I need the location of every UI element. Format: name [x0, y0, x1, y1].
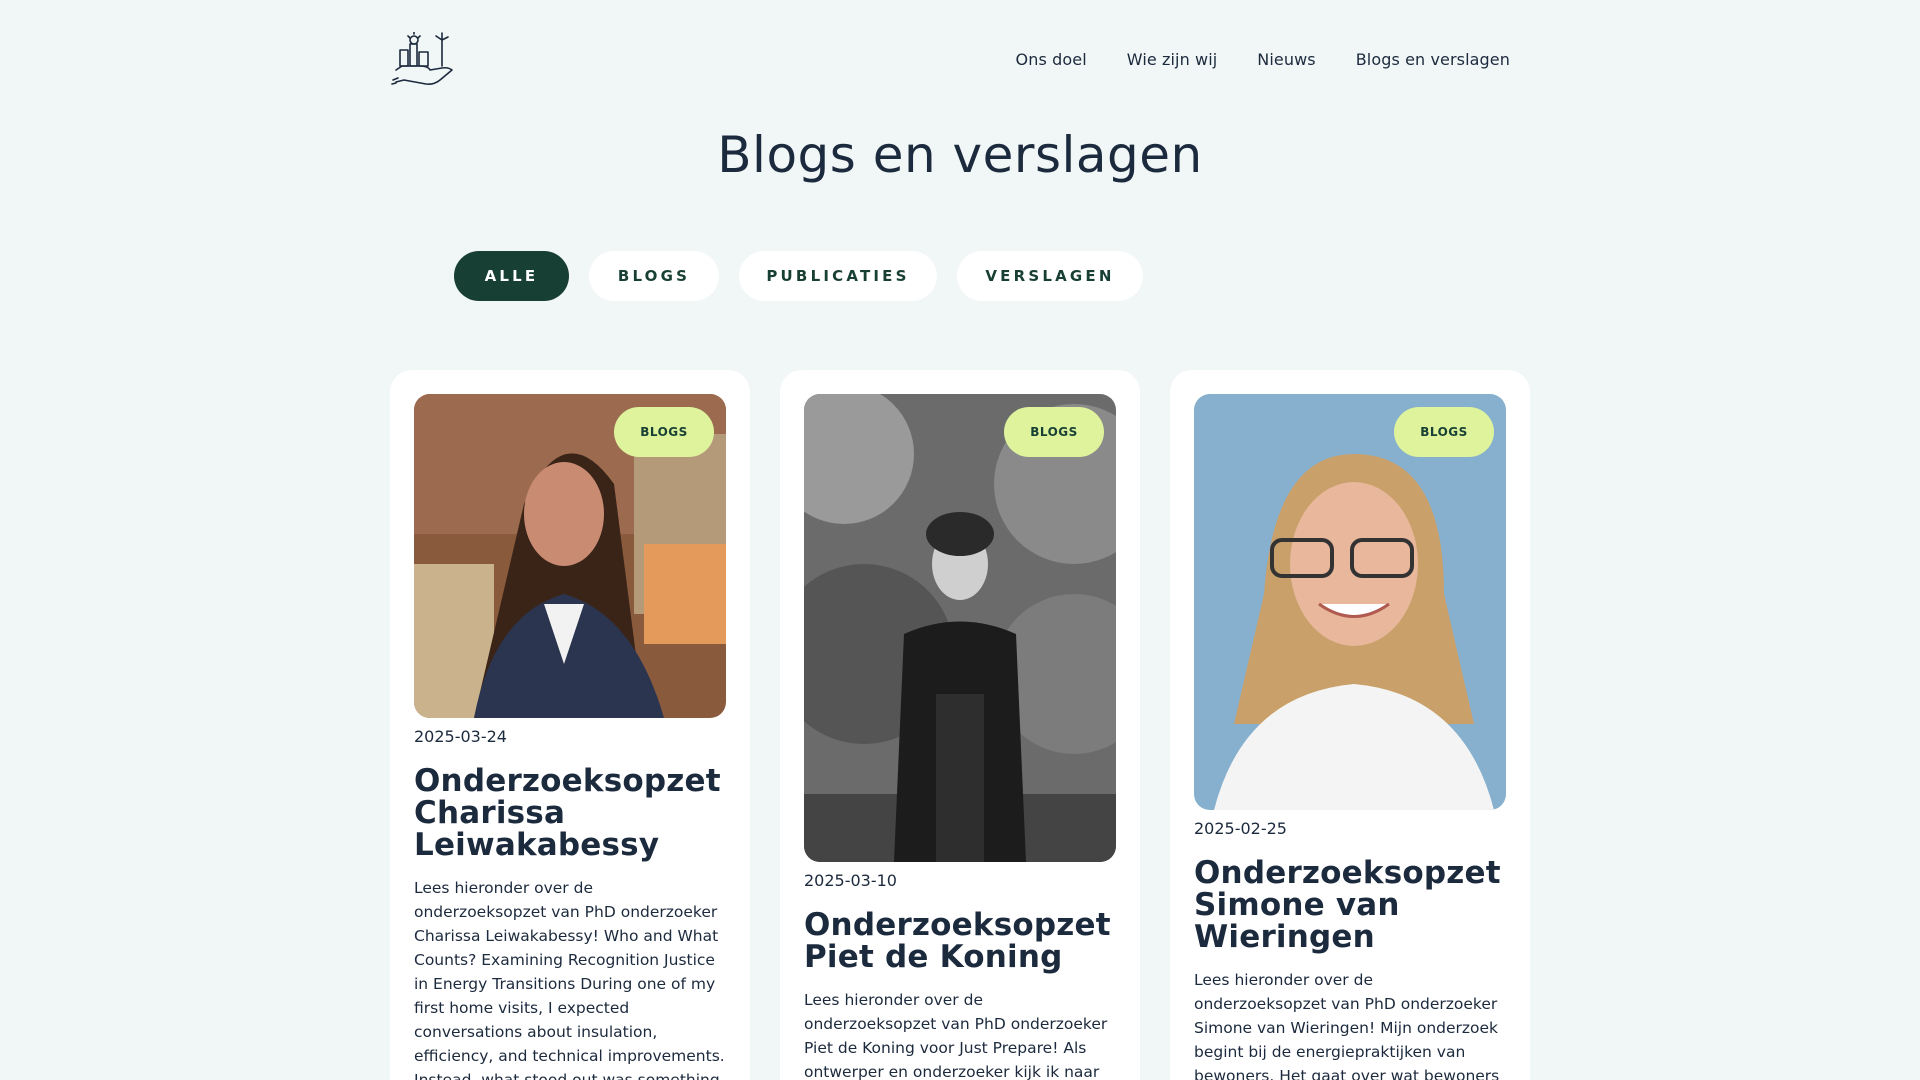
filter-blogs-button[interactable]: BLOGS [589, 251, 719, 301]
main-nav: Ons doel Wie zijn wij Nieuws Blogs en ve… [1016, 50, 1510, 69]
nav-nieuws[interactable]: Nieuws [1257, 50, 1315, 69]
card-excerpt: Lees hieronder over de onderzoeksopzet v… [1194, 971, 1500, 1080]
card-title[interactable]: Onderzoeksopzet Piet de Koning [804, 909, 1124, 973]
category-badge: BLOGS [1394, 407, 1494, 457]
nav-ons-doel[interactable]: Ons doel [1016, 50, 1087, 69]
card-date: 2025-02-25 [1194, 819, 1287, 838]
card-excerpt: Lees hieronder over de onderzoeksopzet v… [804, 991, 1108, 1080]
site-logo-icon[interactable] [390, 32, 460, 88]
page: Ons doel Wie zijn wij Nieuws Blogs en ve… [0, 0, 1920, 1080]
blog-card[interactable]: BLOGS 2025-02-25 Onderzoeksopzet Simone … [1170, 370, 1530, 1080]
card-title[interactable]: Onderzoeksopzet Simone van Wieringen [1194, 857, 1514, 953]
blog-card[interactable]: BLOGS 2025-03-24 Onderzoeksopzet Chariss… [390, 370, 750, 1080]
nav-blogs-en-verslagen[interactable]: Blogs en verslagen [1356, 50, 1510, 69]
blog-card[interactable]: BLOGS 2025-03-10 Onderzoeksopzet Piet de… [780, 370, 1140, 1080]
card-image[interactable]: BLOGS [1194, 394, 1506, 810]
card-title[interactable]: Onderzoeksopzet Charissa Leiwakabessy [414, 765, 734, 861]
filter-verslagen-button[interactable]: VERSLAGEN [957, 251, 1143, 301]
card-image[interactable]: BLOGS [804, 394, 1116, 862]
filter-publicaties-button[interactable]: PUBLICATIES [739, 251, 937, 301]
filter-alle-button[interactable]: ALLE [454, 251, 569, 301]
nav-wie-zijn-wij[interactable]: Wie zijn wij [1127, 50, 1218, 69]
card-image[interactable]: BLOGS [414, 394, 726, 718]
filter-bar: ALLE BLOGS PUBLICATIES VERSLAGEN [454, 251, 1143, 301]
card-excerpt: Lees hieronder over de onderzoeksopzet v… [414, 879, 725, 1080]
card-date: 2025-03-24 [414, 727, 507, 746]
category-badge: BLOGS [614, 407, 714, 457]
page-title: Blogs en verslagen [717, 126, 1203, 184]
category-badge: BLOGS [1004, 407, 1104, 457]
portrait-photo-placeholder [804, 394, 1116, 862]
card-date: 2025-03-10 [804, 871, 897, 890]
